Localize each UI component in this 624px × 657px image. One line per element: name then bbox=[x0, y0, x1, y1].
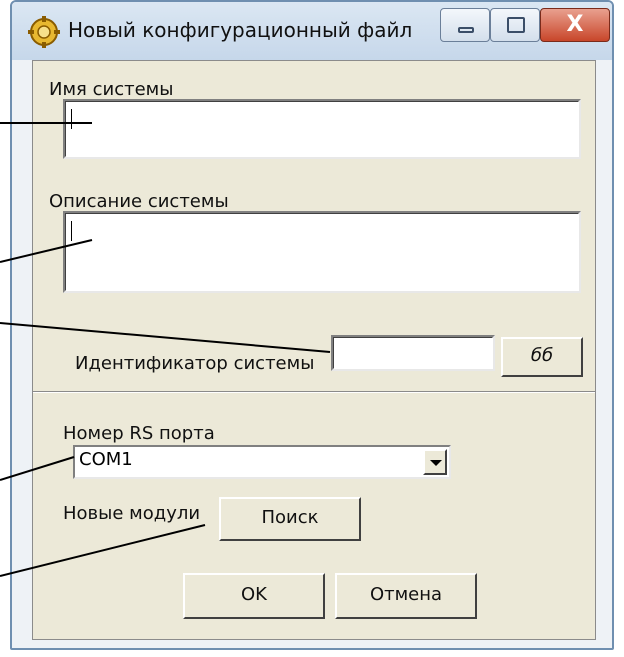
new-modules-label: Новые модули bbox=[63, 503, 201, 524]
text-caret bbox=[71, 109, 72, 129]
text-caret bbox=[71, 221, 72, 241]
dialog-window: Новый конфигурационный файл X Имя систем… bbox=[10, 0, 614, 650]
maximize-icon bbox=[507, 17, 525, 33]
browse-button[interactable]: бб bbox=[501, 337, 583, 377]
rs-port-select[interactable]: COM1 bbox=[73, 445, 451, 479]
system-id-label: Идентификатор системы bbox=[75, 353, 315, 374]
close-icon: X bbox=[566, 12, 584, 37]
section-divider bbox=[33, 391, 595, 393]
title-bar[interactable]: Новый конфигурационный файл X bbox=[12, 2, 612, 60]
dropdown-arrow-button[interactable] bbox=[423, 449, 447, 475]
minimize-icon bbox=[458, 27, 474, 33]
ok-button[interactable]: OK bbox=[183, 573, 325, 619]
cancel-button[interactable]: Отмена bbox=[335, 573, 477, 619]
window-title: Новый конфигурационный файл bbox=[68, 18, 413, 42]
close-button[interactable]: X bbox=[540, 8, 610, 42]
system-name-input[interactable] bbox=[63, 99, 581, 159]
config-gear-icon bbox=[28, 16, 60, 48]
minimize-button[interactable] bbox=[440, 8, 490, 42]
system-id-input[interactable] bbox=[331, 335, 495, 371]
description-label: Описание системы bbox=[49, 191, 229, 212]
description-input[interactable] bbox=[63, 211, 581, 293]
system-name-label: Имя системы bbox=[49, 79, 174, 100]
dialog-body: Имя системы Описание системы Идентификат… bbox=[32, 60, 596, 640]
search-button[interactable]: Поиск bbox=[219, 497, 361, 541]
maximize-button[interactable] bbox=[490, 8, 540, 42]
rs-port-label: Номер RS порта bbox=[63, 423, 215, 444]
chevron-down-icon bbox=[430, 460, 442, 466]
rs-port-value: COM1 bbox=[79, 449, 133, 470]
